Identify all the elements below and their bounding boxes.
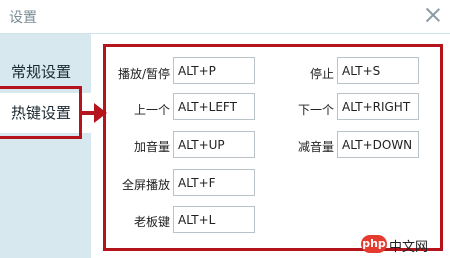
label-volume-up: 加音量 <box>133 140 170 154</box>
hotkey-volume-down-input[interactable]: ALT+DOWN <box>337 131 419 158</box>
sidebar: 常规设置 热键设置 <box>0 34 91 258</box>
hotkey-boss-key-input[interactable]: ALT+L <box>173 206 255 233</box>
label-next: 下一个 <box>297 103 334 117</box>
watermark-text: 中文网 <box>389 240 429 255</box>
title-bar: 设置 <box>0 0 450 34</box>
hotkey-previous-input[interactable]: ALT+LEFT <box>173 93 255 120</box>
watermark-logo: php <box>361 235 387 253</box>
hotkey-volume-up-input[interactable]: ALT+UP <box>173 131 255 158</box>
label-fullscreen: 全屏播放 <box>121 178 170 192</box>
hotkey-stop-input[interactable]: ALT+S <box>337 57 419 84</box>
window-title: 设置 <box>9 10 37 26</box>
hotkey-next-input[interactable]: ALT+RIGHT <box>337 93 419 120</box>
label-stop: 停止 <box>309 67 334 81</box>
label-volume-down: 减音量 <box>297 140 334 154</box>
hotkey-play-pause-input[interactable]: ALT+P <box>173 57 255 84</box>
label-play-pause: 播放/暂停 <box>117 67 170 81</box>
hotkey-fullscreen-input[interactable]: ALT+F <box>173 169 255 196</box>
close-icon[interactable] <box>424 6 442 24</box>
highlight-box-sidebar <box>0 86 82 139</box>
label-previous: 上一个 <box>133 103 170 117</box>
label-boss-key: 老板键 <box>133 215 170 229</box>
